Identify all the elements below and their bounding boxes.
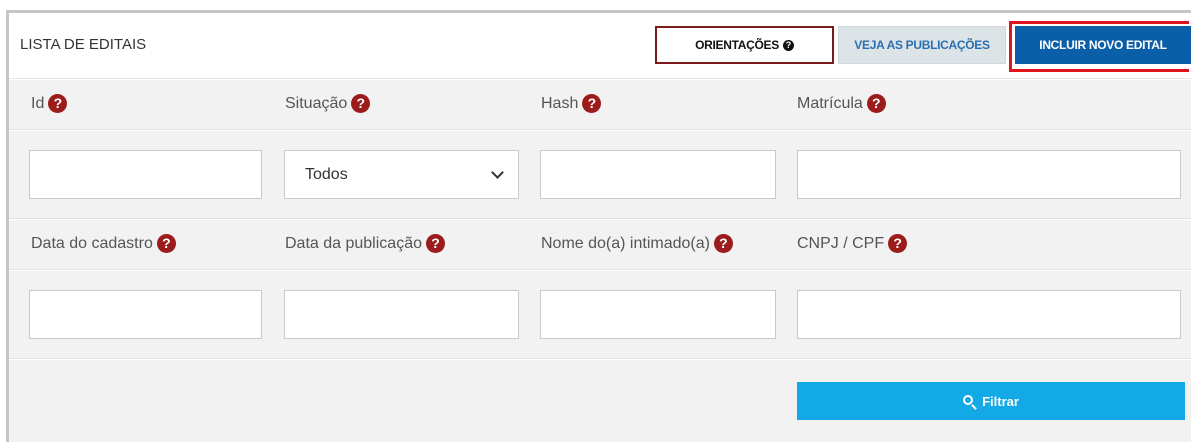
question-circle-icon[interactable]: ?: [582, 94, 602, 113]
data-cadastro-label: Data do cadastro?: [31, 234, 176, 253]
orientacoes-label: ORIENTAÇÕES: [695, 38, 779, 52]
data-cadastro-input[interactable]: [29, 290, 262, 339]
hash-label: Hash?: [541, 94, 602, 113]
filtrar-label: Filtrar: [982, 393, 1019, 409]
data-publicacao-input[interactable]: [284, 290, 519, 339]
question-circle-icon: ?: [782, 39, 794, 51]
situacao-selected-value: Todos: [305, 165, 348, 183]
id-input[interactable]: [29, 150, 262, 199]
question-circle-icon[interactable]: ?: [713, 234, 733, 253]
situacao-label: Situação?: [285, 94, 371, 113]
page-title: LISTA DE EDITAIS: [20, 36, 147, 53]
orientacoes-button[interactable]: ORIENTAÇÕES ?: [655, 26, 834, 64]
chevron-down-icon: [491, 165, 504, 179]
hash-input[interactable]: [540, 150, 776, 199]
id-label: Id?: [31, 94, 68, 113]
filter-labels-row-1: Id? Situação? Hash? Matrícula?: [9, 80, 1191, 130]
question-circle-icon[interactable]: ?: [351, 94, 371, 113]
search-icon: [963, 395, 974, 405]
panel-header: LISTA DE EDITAIS ORIENTAÇÕES ? VEJA AS P…: [9, 13, 1191, 79]
cnpj-cpf-label: CNPJ / CPF?: [797, 234, 908, 253]
filter-inputs-row-2: [9, 271, 1191, 359]
highlight-frame: [1009, 21, 1189, 72]
filter-inputs-row-1: Todos: [9, 131, 1191, 219]
question-circle-icon[interactable]: ?: [48, 94, 68, 113]
situacao-select[interactable]: Todos: [284, 150, 519, 199]
publicacoes-button[interactable]: VEJA AS PUBLICAÇÕES: [838, 26, 1006, 64]
question-circle-icon[interactable]: ?: [866, 94, 886, 113]
matricula-label: Matrícula?: [797, 94, 886, 113]
filtrar-button[interactable]: Filtrar: [797, 382, 1185, 420]
nome-intimado-input[interactable]: [540, 290, 776, 339]
filter-labels-row-2: Data do cadastro? Data da publicação? No…: [9, 220, 1191, 270]
question-circle-icon[interactable]: ?: [888, 234, 908, 253]
question-circle-icon[interactable]: ?: [156, 234, 176, 253]
matricula-input[interactable]: [797, 150, 1181, 199]
data-publicacao-label: Data da publicação?: [285, 234, 445, 253]
filter-actions-row: Filtrar: [9, 360, 1191, 442]
editais-panel: LISTA DE EDITAIS ORIENTAÇÕES ? VEJA AS P…: [6, 10, 1191, 442]
cnpj-cpf-input[interactable]: [797, 290, 1181, 339]
nome-intimado-label: Nome do(a) intimado(a)?: [541, 234, 733, 253]
question-circle-icon[interactable]: ?: [425, 234, 445, 253]
